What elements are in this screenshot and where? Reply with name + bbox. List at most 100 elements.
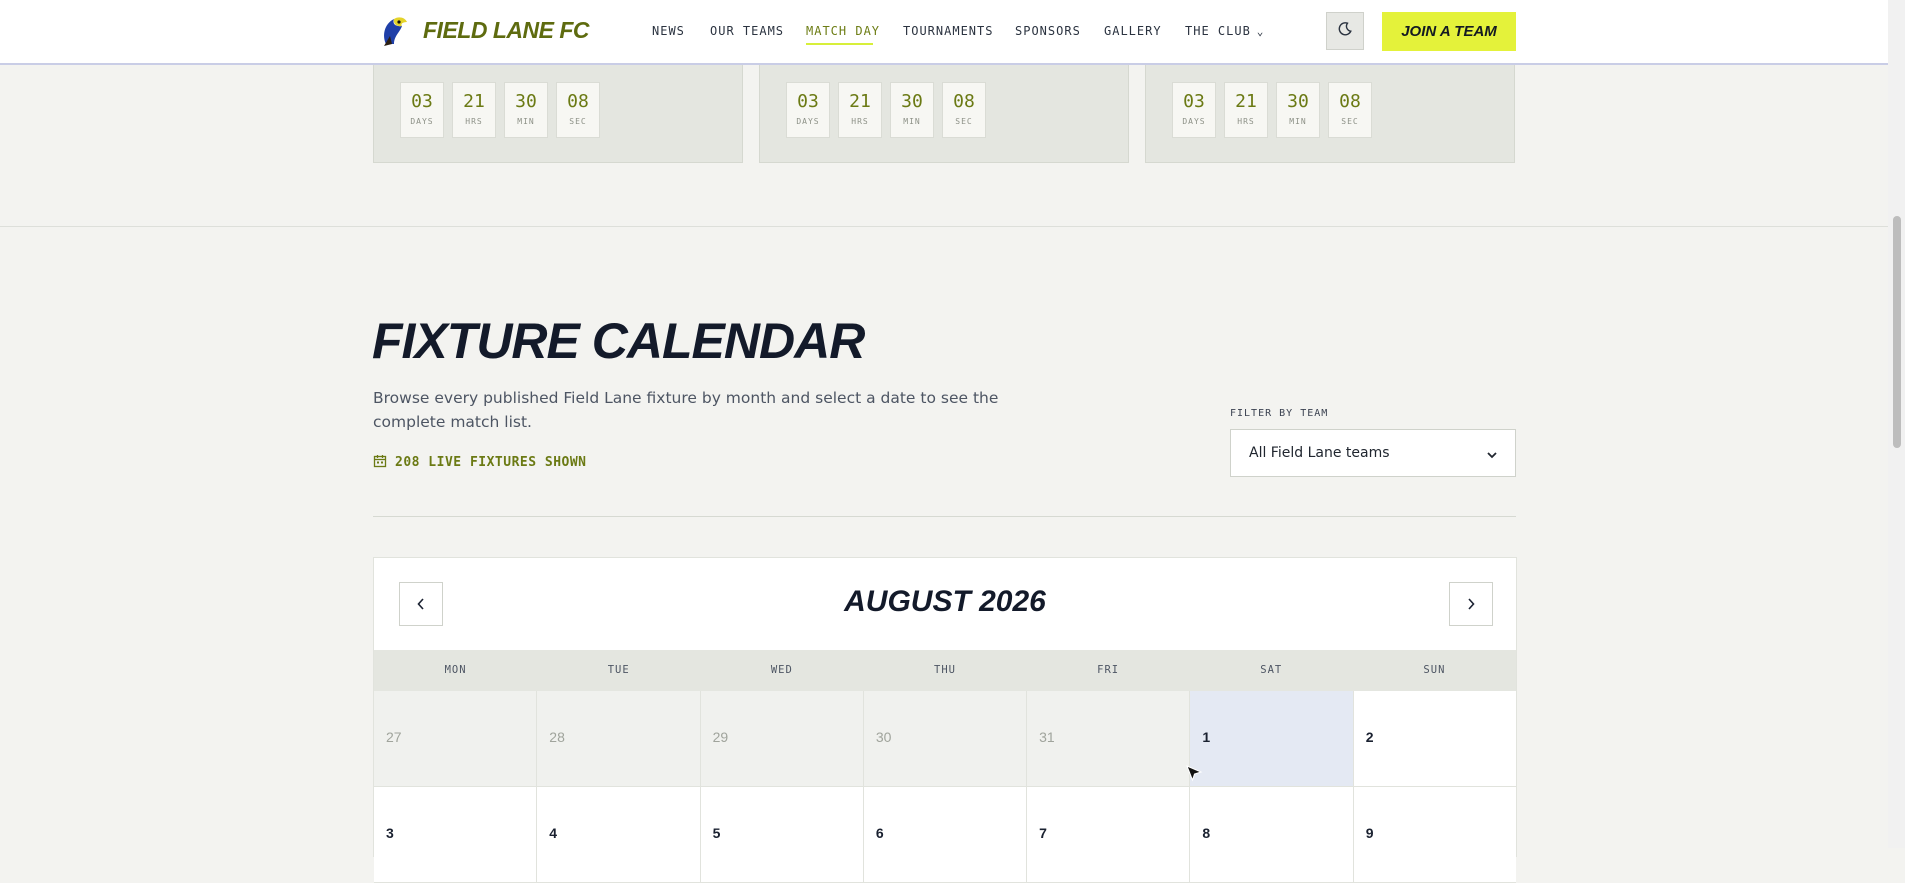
join-a-team-button[interactable]: JOIN A TEAM	[1382, 12, 1516, 51]
calendar-week-row: 3 4 5 6 7 8 9	[374, 787, 1516, 883]
countdown-hours: 21 HRS	[452, 82, 496, 138]
calendar-day-cell[interactable]: 31	[1027, 691, 1191, 786]
countdown-minutes-value: 30	[1287, 91, 1309, 112]
next-month-button[interactable]	[1449, 582, 1493, 626]
countdown-minutes-value: 30	[515, 91, 537, 112]
weekday-label: MON	[444, 664, 467, 676]
calendar-day-cell[interactable]: 2	[1353, 691, 1516, 786]
calendar-day-number: 29	[712, 729, 729, 745]
countdown-seconds: 08 SEC	[556, 82, 600, 138]
team-filter-value: All Field Lane teams	[1249, 445, 1390, 461]
countdown-minutes: 30 MIN	[890, 82, 934, 138]
calendar-day-cell[interactable]: 6	[863, 787, 1028, 882]
nav-item-match-day[interactable]: MATCH DAY	[806, 24, 880, 38]
nav-item-sponsors[interactable]: SPONSORS	[1015, 24, 1081, 38]
weekday-label: FRI	[1097, 664, 1120, 676]
weekday-label: TUE	[607, 664, 630, 676]
countdown-hours: 21 HRS	[838, 82, 882, 138]
calendar-day-number: 1	[1202, 729, 1211, 745]
active-nav-underline	[806, 43, 873, 45]
countdown-days-value: 03	[411, 91, 433, 112]
calendar-day-cell[interactable]: 5	[700, 787, 864, 882]
page-title: FIXTURE CALENDAR	[372, 313, 865, 369]
nav-item-our-teams[interactable]: OUR TEAMS	[710, 24, 784, 38]
calendar-day-cell[interactable]: 29	[700, 691, 864, 786]
countdown-hours-unit: HRS	[465, 117, 483, 126]
calendar-day-cell[interactable]: 30	[863, 691, 1028, 786]
chevron-right-icon	[1467, 595, 1475, 614]
countdown-minutes-unit: MIN	[1289, 117, 1307, 126]
calendar-day-cell[interactable]: 9	[1353, 787, 1516, 882]
countdown-seconds-unit: SEC	[955, 117, 973, 126]
weekday-label: SAT	[1260, 664, 1283, 676]
site-header: FIELD LANE FC NEWS OUR TEAMS MATCH DAY T…	[0, 0, 1888, 65]
countdown-minutes-unit: MIN	[903, 117, 921, 126]
calendar-day-number: 28	[549, 729, 565, 745]
theme-toggle-button[interactable]	[1326, 12, 1364, 50]
countdown-days-unit: DAYS	[796, 117, 820, 126]
countdown-seconds-unit: SEC	[1341, 117, 1359, 126]
fixture-calendar: AUGUST 2026 MON TUE WED THU FRI SAT SUN …	[373, 557, 1517, 883]
calendar-day-number: 7	[1039, 825, 1047, 841]
nav-item-gallery[interactable]: GALLERY	[1104, 24, 1162, 38]
countdown-minutes: 30 MIN	[504, 82, 548, 138]
countdown-seconds: 08 SEC	[942, 82, 986, 138]
calendar-icon	[373, 453, 387, 472]
nav-item-the-club-label: THE CLUB	[1185, 24, 1251, 38]
countdown-seconds-value: 08	[567, 91, 589, 112]
filter-divider	[373, 516, 1516, 517]
fixture-countdown-card: 03 DAYS 21 HRS 30 MIN 08 SEC	[1145, 64, 1515, 163]
calendar-day-cell[interactable]: 27	[374, 691, 538, 786]
calendar-day-number: 9	[1365, 825, 1374, 841]
countdown-seconds: 08 SEC	[1328, 82, 1372, 138]
countdown-hours-value: 21	[1235, 91, 1257, 112]
countdown-days: 03 DAYS	[1172, 82, 1216, 138]
countdown-seconds-value: 08	[953, 91, 975, 112]
nav-item-the-club[interactable]: THE CLUB ⌄	[1185, 24, 1264, 38]
weekday-label: THU	[934, 664, 956, 676]
calendar-day-cell[interactable]: 7	[1027, 787, 1191, 882]
weekday-label: WED	[770, 664, 793, 676]
team-filter-select[interactable]: All Field Lane teams	[1230, 429, 1516, 477]
countdown-hours-unit: HRS	[1237, 117, 1255, 126]
mouse-cursor-icon	[1185, 764, 1203, 786]
calendar-day-cell[interactable]: 3	[374, 787, 538, 882]
nav-item-news[interactable]: NEWS	[652, 24, 685, 38]
nav-item-tournaments[interactable]: TOURNAMENTS	[903, 24, 993, 38]
club-logo-text[interactable]: FIELD LANE FC	[423, 17, 590, 44]
fixture-countdown-card: 03 DAYS 21 HRS 30 MIN 08 SEC	[759, 64, 1129, 163]
calendar-day-number: 30	[875, 729, 892, 745]
calendar-day-cell-selected[interactable]: 1	[1190, 691, 1354, 786]
calendar-week-row: 27 28 29 30 31 1 2	[374, 691, 1516, 787]
countdown-hours-value: 21	[463, 91, 485, 112]
countdown-hours-unit: HRS	[851, 117, 869, 126]
countdown-seconds-value: 08	[1339, 91, 1361, 112]
calendar-day-cell[interactable]: 4	[537, 787, 701, 882]
countdown-hours: 21 HRS	[1224, 82, 1268, 138]
calendar-day-number: 31	[1039, 729, 1055, 745]
calendar-day-number: 3	[386, 825, 394, 841]
countdown-seconds-unit: SEC	[569, 117, 587, 126]
calendar-day-number: 6	[875, 825, 884, 841]
countdown-days-value: 03	[1183, 91, 1205, 112]
countdown-days: 03 DAYS	[786, 82, 830, 138]
page-scrollbar-thumb[interactable]	[1893, 216, 1901, 448]
countdown-days-unit: DAYS	[1182, 117, 1206, 126]
calendar-day-cell[interactable]: 8	[1190, 787, 1354, 882]
countdown-hours-value: 21	[849, 91, 871, 112]
countdown-minutes: 30 MIN	[1276, 82, 1320, 138]
chevron-down-icon	[1487, 444, 1497, 463]
countdown-days-value: 03	[797, 91, 819, 112]
filter-label: FILTER BY TEAM	[1230, 408, 1329, 419]
calendar-day-number: 2	[1365, 729, 1374, 745]
calendar-day-number: 27	[386, 729, 402, 745]
calendar-grid: 27 28 29 30 31 1 2 3 4 5 6 7 8 9	[374, 691, 1516, 883]
countdown-days: 03 DAYS	[400, 82, 444, 138]
club-crest-icon[interactable]	[380, 14, 410, 48]
fixture-countdown-card: 03 DAYS 21 HRS 30 MIN 08 SEC	[373, 64, 743, 163]
countdown-minutes-value: 30	[901, 91, 923, 112]
countdown-days-unit: DAYS	[410, 117, 434, 126]
calendar-day-cell[interactable]: 28	[537, 691, 701, 786]
section-divider	[0, 226, 1888, 227]
weekday-label: SUN	[1423, 664, 1446, 676]
